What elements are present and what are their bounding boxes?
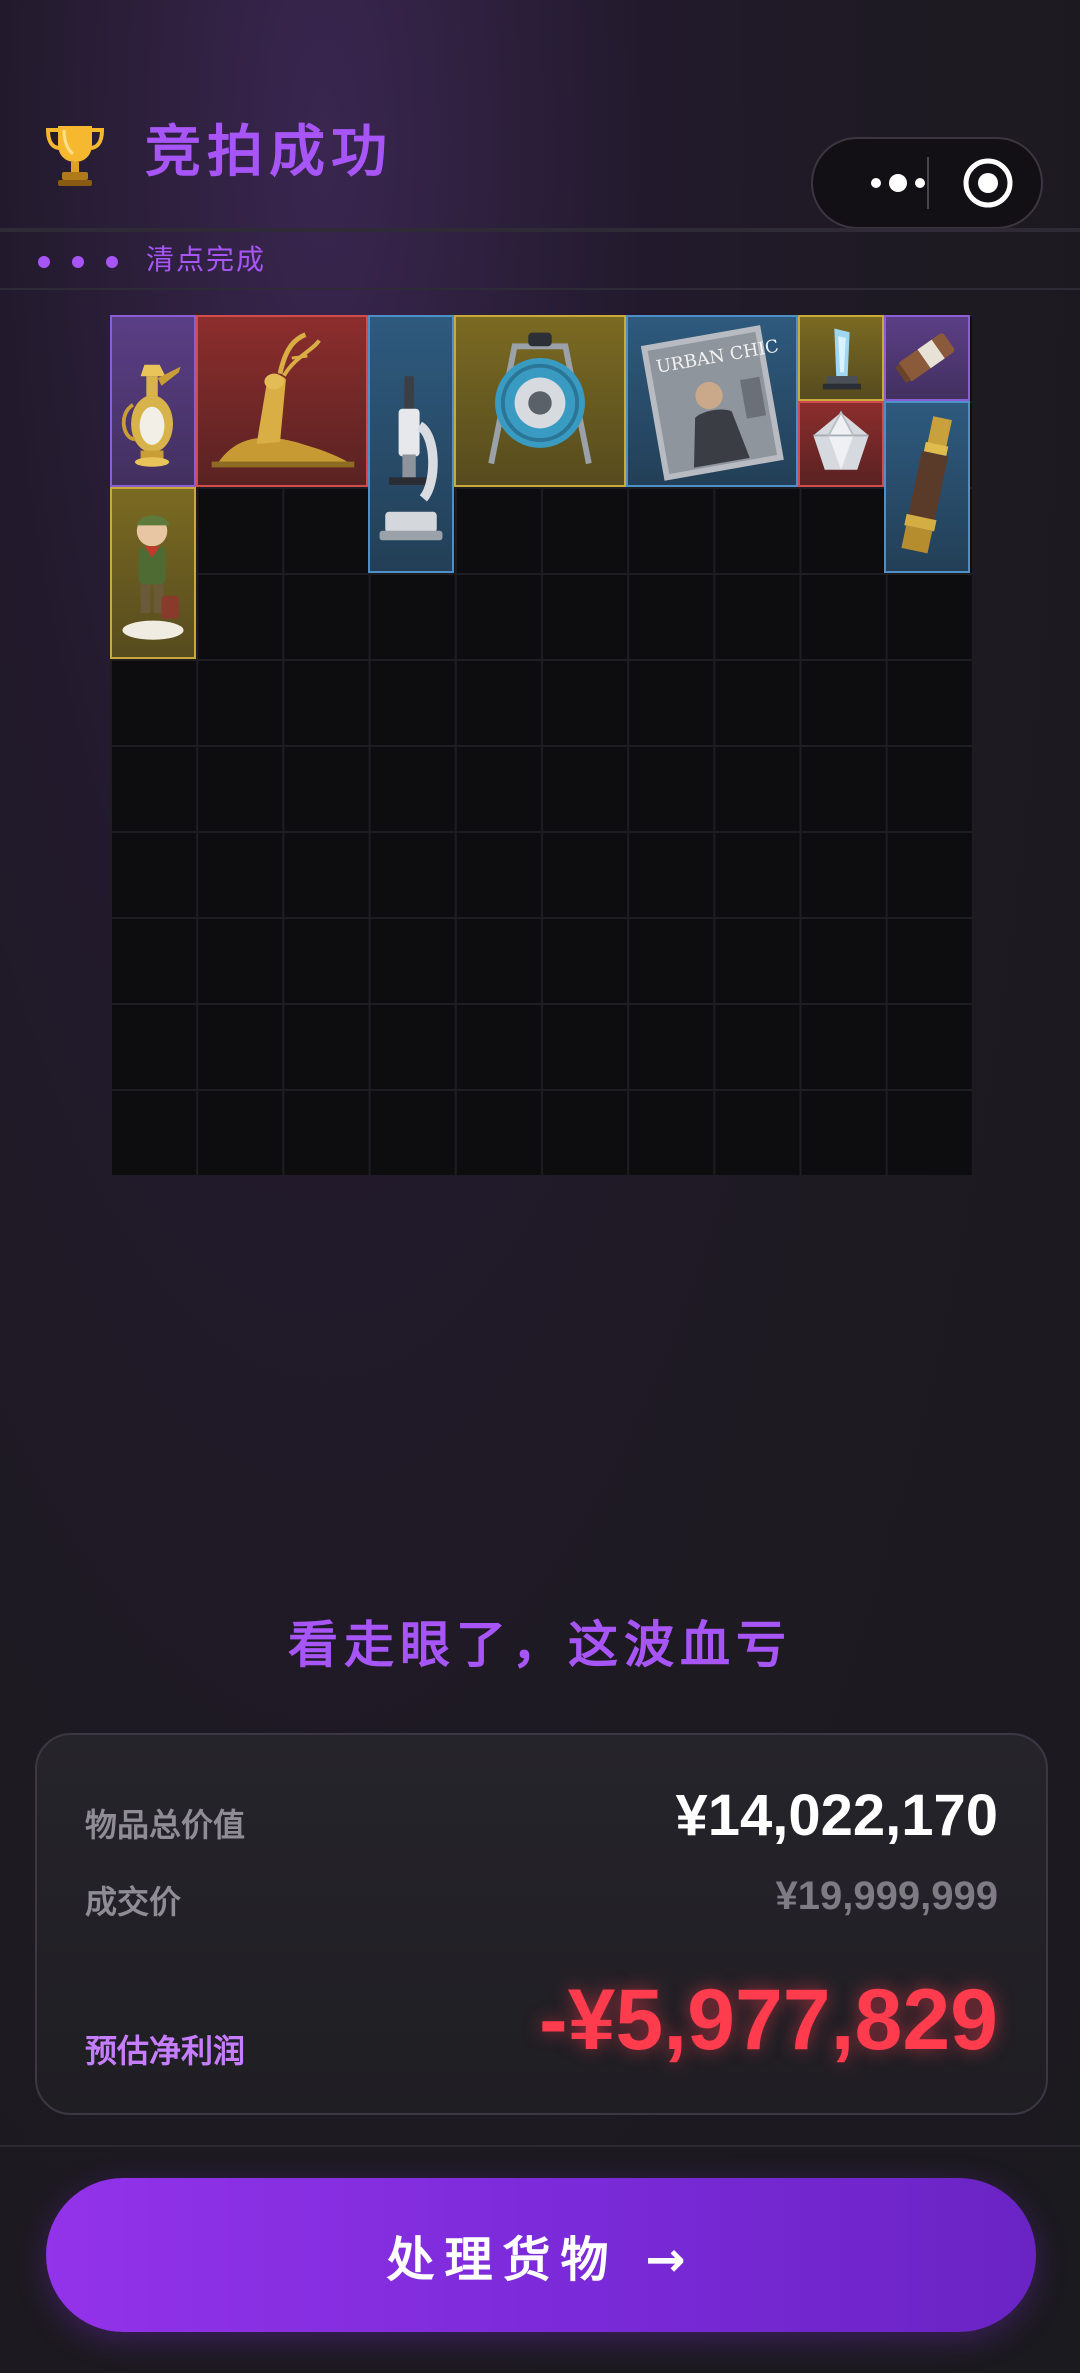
verdict-text: 看走眼了，这波血亏 xyxy=(288,1616,792,1674)
item-fashion-magazine[interactable]: URBAN CHIC xyxy=(626,315,798,487)
target-close-icon[interactable] xyxy=(961,156,1015,210)
trophy-icon xyxy=(45,126,105,186)
deal-price-label: 成交价 xyxy=(85,1883,182,1921)
bottom-divider xyxy=(0,2145,1080,2147)
diamond-icon xyxy=(813,410,869,470)
energy-bar-icon xyxy=(895,333,955,384)
cable-reel-icon xyxy=(488,332,592,465)
status-row: 清点完成 xyxy=(0,232,1080,290)
microscope-icon xyxy=(379,376,443,541)
total-value-label: 物品总价值 xyxy=(85,1806,246,1844)
inventory-grid: URBAN CHIC xyxy=(110,315,972,1175)
crystal-trophy-icon xyxy=(822,328,862,390)
process-goods-label: 处理货物 → xyxy=(386,2232,696,2288)
item-microscope[interactable] xyxy=(368,315,454,573)
status-text: 清点完成 xyxy=(146,243,267,276)
item-golden-deer-statue[interactable] xyxy=(196,315,368,487)
item-energy-bar[interactable] xyxy=(884,315,970,401)
process-goods-button[interactable]: 处理货物 → xyxy=(46,2178,1036,2332)
spyglass-icon xyxy=(901,416,952,554)
item-diamond[interactable] xyxy=(798,401,884,487)
total-value: ¥14,022,170 xyxy=(675,1783,998,1848)
deer-statue-icon xyxy=(211,332,355,468)
capsule-divider xyxy=(927,157,929,209)
more-dots-icon[interactable] xyxy=(843,139,953,227)
net-profit: -¥5,977,829 xyxy=(538,1972,998,2068)
page-title: 竞拍成功 xyxy=(145,120,393,185)
item-crystal-trophy[interactable] xyxy=(798,315,884,401)
golden-ewer-icon xyxy=(121,364,181,467)
top-bar: 竞拍成功 xyxy=(0,0,1080,230)
progress-dots xyxy=(38,256,118,268)
item-golden-ewer[interactable] xyxy=(110,315,196,487)
mini-program-capsule xyxy=(811,137,1043,229)
item-cable-reel[interactable] xyxy=(454,315,626,487)
item-boy-figurine[interactable] xyxy=(110,487,196,659)
net-profit-label: 预估净利润 xyxy=(85,2032,246,2070)
figurine-icon xyxy=(122,515,184,640)
deal-price: ¥19,999,999 xyxy=(775,1874,998,1918)
result-card: 物品总价值 ¥14,022,170 成交价 ¥19,999,999 预估净利润 … xyxy=(35,1733,1048,2115)
item-spyglass[interactable] xyxy=(884,401,970,573)
magazine-icon: URBAN CHIC xyxy=(640,325,784,481)
